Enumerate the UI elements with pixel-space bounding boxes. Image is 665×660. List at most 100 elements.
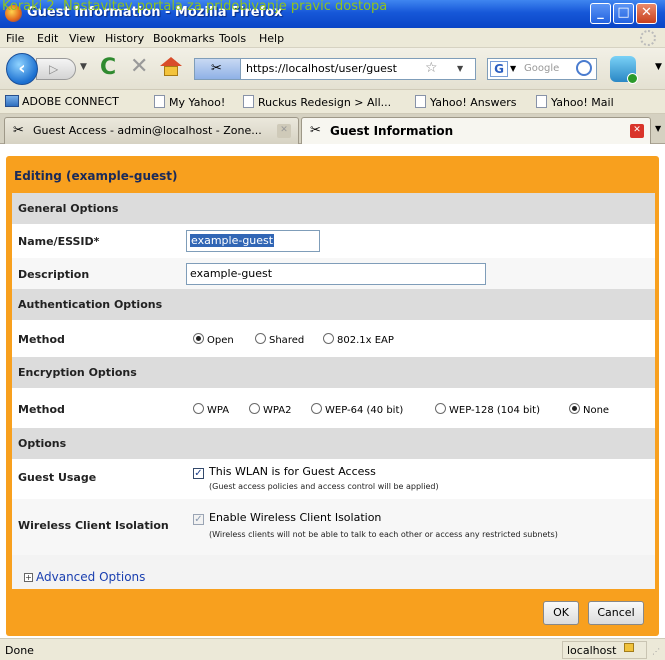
search-engine-dropdown-icon[interactable]: ▼ [510, 64, 516, 73]
page-content: Editing (example-guest) General Options … [0, 144, 665, 638]
radio-icon [323, 333, 334, 344]
bookmark-my-yahoo[interactable]: My Yahoo! [154, 95, 225, 109]
row-description: Description example-guest [12, 258, 655, 289]
search-engine-icon[interactable]: G [490, 61, 508, 77]
isolation-note: (Wireless clients will not be able to ta… [209, 530, 558, 539]
auth-open-radio[interactable]: Open [193, 333, 234, 346]
tab-list-icon[interactable]: ▼ [655, 124, 661, 133]
search-box[interactable]: G ▼ Google [487, 58, 597, 80]
bookmark-yahoo-answers[interactable]: Yahoo! Answers [415, 95, 517, 109]
radio-icon [255, 333, 266, 344]
ok-button[interactable]: OK [543, 601, 579, 625]
guest-usage-note: (Guest access policies and access contro… [209, 482, 439, 491]
isolation-label: Wireless Client Isolation [18, 519, 169, 532]
client-isolation-checkbox[interactable]: ✓ Enable Wireless Client Isolation [193, 511, 381, 525]
resize-grip-icon[interactable]: ⋰ [652, 647, 660, 656]
page-icon [415, 95, 426, 108]
page-icon [154, 95, 165, 108]
status-text: Done [5, 644, 34, 657]
edit-guest-frame: Editing (example-guest) General Options … [6, 156, 659, 636]
enc-wpa2-radio[interactable]: WPA2 [249, 403, 291, 416]
radio-selected-icon [569, 403, 580, 414]
cancel-button[interactable]: Cancel [588, 601, 644, 625]
description-label: Description [18, 268, 90, 281]
auth-method-label: Method [18, 333, 65, 346]
enc-wpa-radio[interactable]: WPA [193, 403, 229, 416]
bookmark-yahoo-mail[interactable]: Yahoo! Mail [536, 95, 614, 109]
url-bar[interactable]: ✂ https://localhost/user/guest ☆ ▼ [194, 58, 476, 80]
bookmark-star-icon[interactable]: ☆ [425, 60, 438, 76]
enc-method-label: Method [18, 403, 65, 416]
menu-view[interactable]: View [69, 32, 95, 45]
adobe-connect-icon [5, 95, 19, 107]
radio-icon [249, 403, 260, 414]
radio-icon [193, 403, 204, 414]
checkbox-checked-icon: ✓ [193, 468, 204, 479]
row-auth-method: Method Open Shared 802.1x EAP [12, 320, 655, 357]
page-icon [243, 95, 254, 108]
menu-bar: File Edit View History Bookmarks Tools H… [0, 28, 665, 48]
guest-access-checkbox[interactable]: ✓ This WLAN is for Guest Access [193, 465, 376, 479]
radio-selected-icon [193, 333, 204, 344]
ruckus-favicon-icon: ✂ [310, 123, 321, 138]
url-input[interactable]: https://localhost/user/guest [246, 62, 416, 75]
stop-icon[interactable]: ✕ [130, 54, 148, 79]
tab-guest-information[interactable]: ✂ Guest Information ✕ [301, 117, 651, 144]
bookmarks-toolbar: ADOBE CONNECT My Yahoo! Ruckus Redesign … [0, 90, 665, 114]
tab-close-icon[interactable]: ✕ [277, 124, 291, 138]
row-guest-usage: Guest Usage ✓ This WLAN is for Guest Acce… [12, 459, 655, 499]
home-icon[interactable] [160, 57, 182, 77]
page-caption: Koraki 2. Nastavitev portala za pridobiv… [2, 0, 388, 14]
form-panel: General Options Name/ESSID* example-gues… [12, 193, 655, 589]
search-input[interactable]: Google [524, 63, 559, 74]
ruckus-favicon-icon: ✂ [13, 123, 24, 138]
guest-usage-label: Guest Usage [18, 471, 97, 484]
status-bar: Done localhost ⋰ [0, 638, 665, 660]
radio-icon [435, 403, 446, 414]
navigation-toolbar: ▷ ‹ ▼ C ✕ ✂ https://localhost/user/guest… [0, 48, 665, 90]
menu-tools[interactable]: Tools [219, 32, 246, 45]
description-input[interactable]: example-guest [186, 263, 486, 285]
form-title: Editing (example-guest) [14, 169, 178, 183]
tab-guest-access[interactable]: ✂ Guest Access - admin@localhost - Zone.… [4, 117, 299, 144]
menu-edit[interactable]: Edit [37, 32, 58, 45]
menu-history[interactable]: History [105, 32, 144, 45]
enc-none-radio[interactable]: None [569, 403, 609, 416]
toolbar-overflow-icon[interactable]: ▼ [655, 62, 662, 72]
url-dropdown-icon[interactable]: ▼ [457, 64, 463, 73]
row-name: Name/ESSID* example-guest [12, 224, 655, 258]
expand-plus-icon: + [24, 573, 33, 582]
site-identity-icon[interactable]: ✂ [195, 59, 241, 79]
section-encryption-options: Encryption Options [12, 357, 655, 388]
back-button[interactable]: ‹ [6, 53, 38, 85]
bookmark-ruckus-redesign[interactable]: Ruckus Redesign > All... [243, 95, 391, 109]
auth-shared-radio[interactable]: Shared [255, 333, 304, 346]
tab-strip: ✂ Guest Access - admin@localhost - Zone.… [0, 114, 665, 144]
tab-close-icon[interactable]: ✕ [630, 124, 644, 138]
menu-file[interactable]: File [6, 32, 24, 45]
row-client-isolation: Wireless Client Isolation ✓ Enable Wirele… [12, 499, 655, 555]
lock-icon[interactable] [624, 643, 634, 652]
bookmark-adobe-connect[interactable]: ADOBE CONNECT [5, 95, 119, 108]
menu-help[interactable]: Help [259, 32, 284, 45]
history-dropdown-icon[interactable]: ▼ [80, 62, 87, 72]
activity-throbber-icon [640, 30, 656, 46]
reload-icon[interactable]: C [100, 55, 116, 80]
radio-icon [311, 403, 322, 414]
status-host: localhost [562, 641, 647, 659]
section-general-options: General Options [12, 193, 655, 224]
checkbox-checked-disabled-icon: ✓ [193, 514, 204, 525]
enc-wep128-radio[interactable]: WEP-128 (104 bit) [435, 403, 540, 416]
name-essid-input[interactable]: example-guest [186, 230, 320, 252]
forward-button[interactable]: ▷ [36, 58, 76, 80]
auth-8021x-radio[interactable]: 802.1x EAP [323, 333, 394, 346]
section-authentication-options: Authentication Options [12, 289, 655, 320]
menu-bookmarks[interactable]: Bookmarks [153, 32, 214, 45]
advanced-options-toggle[interactable]: + Advanced Options [24, 570, 145, 584]
name-label: Name/ESSID* [18, 235, 100, 248]
section-options: Options [12, 428, 655, 459]
addon-icon[interactable] [610, 56, 638, 84]
enc-wep64-radio[interactable]: WEP-64 (40 bit) [311, 403, 403, 416]
row-enc-method: Method WPA WPA2 WEP-64 (40 bit) WEP-128 … [12, 388, 655, 428]
search-icon[interactable] [576, 60, 592, 76]
